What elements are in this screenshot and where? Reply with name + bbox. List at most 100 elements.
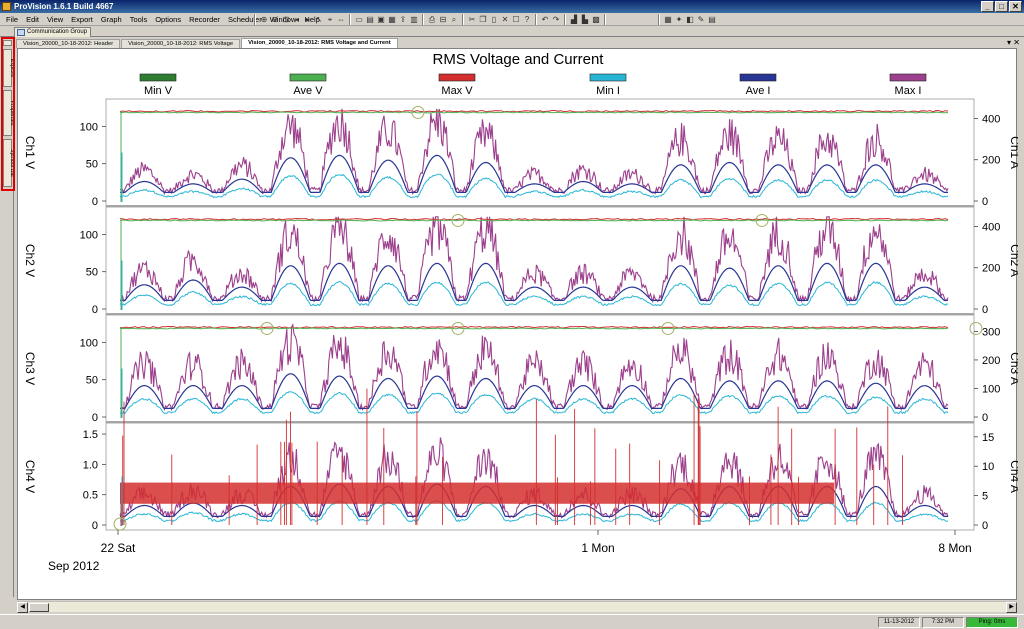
zoom-fit-icon[interactable]: ⊡ (281, 15, 291, 25)
legend-label-ave-v: Ave V (293, 85, 323, 97)
right-tick-label: 0 (982, 196, 988, 208)
properties-icon[interactable]: ☐ (511, 15, 521, 25)
tab-header[interactable]: Vision_20000_10-18-2012: Header (16, 39, 121, 48)
legend-swatch-min-v (139, 73, 177, 82)
app-icon (2, 2, 11, 11)
left-axis-label: Ch3 V (23, 352, 37, 385)
toolbar: ⊕ ⊖ ⊡ ◂ ▸ ↖ ⌖ ⇔ ▭ ▤ ▣ ▦ ⇪ ▥ ⎙ ⊟ ⌕ ✂ ❐ ▯ … (252, 13, 717, 26)
zoom-out-icon[interactable]: ⊖ (270, 15, 280, 25)
grid-icon[interactable]: ▩ (591, 15, 601, 25)
scroll-left-icon[interactable]: ◀ (17, 602, 28, 613)
right-tick-label: 5 (982, 491, 988, 503)
pencil-icon[interactable]: ✎ (696, 15, 706, 25)
scroll-thumb[interactable] (29, 603, 49, 612)
menu-tools[interactable]: Tools (126, 13, 152, 26)
zoom-in-icon[interactable]: ⊕ (259, 15, 269, 25)
left-tick-label: 0 (92, 304, 98, 316)
graph-area[interactable]: RMS Voltage and Current Min V Ave V Max V Mi… (17, 48, 1022, 601)
measure-icon[interactable]: ⇔ (336, 15, 346, 25)
find-icon[interactable]: ⌕ (449, 15, 459, 25)
marker-icon[interactable]: ⌖ (325, 15, 335, 25)
legend-label-min-v: Min V (144, 85, 173, 97)
right-tick-label: 100 (982, 383, 1000, 395)
right-axis-label: Ch2 A (1008, 244, 1018, 277)
status-date: 11-13-2012 (878, 617, 920, 628)
legend-swatch-ave-v (289, 73, 327, 82)
rms-chart[interactable]: RMS Voltage and Current Min V Ave V Max V Mi… (18, 49, 1022, 601)
export-icon[interactable]: ⇪ (398, 15, 408, 25)
right-tick-label: 200 (982, 155, 1000, 167)
maximize-button[interactable]: □ (995, 1, 1008, 12)
pan-right-icon[interactable]: ▸ (303, 15, 313, 25)
delete-icon[interactable]: ✕ (500, 15, 510, 25)
layout-icon[interactable]: ▦ (663, 15, 673, 25)
toolbar-separator (535, 14, 537, 25)
left-tick-label: 0 (92, 196, 98, 208)
app-window: ProVision 1.6.1 Build 4667 _ □ ✕ File Ed… (0, 0, 1024, 629)
paste-icon[interactable]: ▯ (489, 15, 499, 25)
cut-icon[interactable]: ✂ (467, 15, 477, 25)
tab-rms-voltage[interactable]: Vision_20000_10-18-2012: RMS Voltage (121, 39, 241, 48)
legend-swatch-min-i (589, 73, 627, 82)
x-sub-label: Sep 2012 (48, 559, 100, 573)
copy-icon[interactable]: ❐ (478, 15, 488, 25)
toolbar-separator (422, 14, 424, 25)
left-tick-label: 50 (86, 159, 98, 171)
legend-label-min-i: Min I (596, 85, 620, 97)
chart-icon[interactable]: ▟ (569, 15, 579, 25)
menu-view[interactable]: View (43, 13, 67, 26)
menu-options[interactable]: Options (151, 13, 185, 26)
left-tick-label: 100 (80, 121, 98, 133)
new-file-icon[interactable]: ▭ (354, 15, 364, 25)
save-all-icon[interactable]: ▦ (387, 15, 397, 25)
toolbar-separator (658, 14, 660, 25)
legend-label-max-v: Max V (441, 85, 473, 97)
open-folder-icon[interactable]: ▤ (365, 15, 375, 25)
scroll-right-icon[interactable]: ▶ (1006, 602, 1017, 613)
legend-swatch-max-v (438, 73, 476, 82)
left-tick-label: 1.0 (83, 459, 98, 471)
wizard-icon[interactable]: ✦ (674, 15, 684, 25)
communication-group-tab[interactable]: Communication Group (14, 27, 92, 37)
right-axis-label: Ch4 A (1008, 460, 1018, 493)
status-bar: 11-13-2012 7:32 PM Ping: 0ms (0, 614, 1024, 629)
network-icon (17, 29, 25, 36)
left-tick-label: 50 (86, 375, 98, 387)
close-button[interactable]: ✕ (1009, 1, 1022, 12)
menu-file[interactable]: File (2, 13, 22, 26)
menu-export[interactable]: Export (67, 13, 97, 26)
table-icon[interactable]: ▥ (409, 15, 419, 25)
window-title: ProVision 1.6.1 Build 4667 (14, 2, 114, 11)
redo-icon[interactable]: ↷ (551, 15, 561, 25)
tab-close-icon[interactable]: ▾ ✕ (1007, 38, 1020, 47)
bar-chart-icon[interactable]: ▙ (580, 15, 590, 25)
menu-recorder[interactable]: Recorder (185, 13, 224, 26)
right-tick-label: 15 (982, 432, 994, 444)
horizontal-scrollbar[interactable]: ◀ ▶ (17, 601, 1017, 613)
x-tick-label: 8 Mon (938, 541, 971, 555)
help-icon[interactable]: ? (522, 15, 532, 25)
tab-rms-voltage-and-current[interactable]: Vision_20000_10-18-2012: RMS Voltage and… (241, 38, 398, 48)
calculator-icon[interactable]: ▤ (707, 15, 717, 25)
undo-icon[interactable]: ↶ (540, 15, 550, 25)
pan-left-icon[interactable]: ◂ (292, 15, 302, 25)
left-axis-label: Ch2 V (23, 244, 37, 277)
menu-edit[interactable]: Edit (22, 13, 43, 26)
chart-panel-1: 0 50 100 0 200 400 Ch1 V Ch1 A (23, 98, 1022, 209)
print-icon[interactable]: ⎙ (427, 15, 437, 25)
left-axis-label: Ch1 V (23, 136, 37, 169)
print-preview-icon[interactable]: ⊟ (438, 15, 448, 25)
save-icon[interactable]: ▣ (376, 15, 386, 25)
minimize-button[interactable]: _ (981, 1, 994, 12)
left-tick-label: 0.5 (83, 490, 98, 502)
legend-swatch-max-i (889, 73, 927, 82)
right-tick-label: 0 (982, 304, 988, 316)
recorder-icon[interactable]: ◧ (685, 15, 695, 25)
cursor-icon[interactable]: ↖ (314, 15, 324, 25)
menu-graph[interactable]: Graph (97, 13, 126, 26)
right-tick-label: 0 (982, 520, 988, 532)
left-tick-label: 0 (92, 520, 98, 532)
legend-label-max-i: Max I (895, 85, 922, 97)
legend-swatch-ave-i (739, 73, 777, 82)
series-ave-v-line (119, 219, 949, 222)
